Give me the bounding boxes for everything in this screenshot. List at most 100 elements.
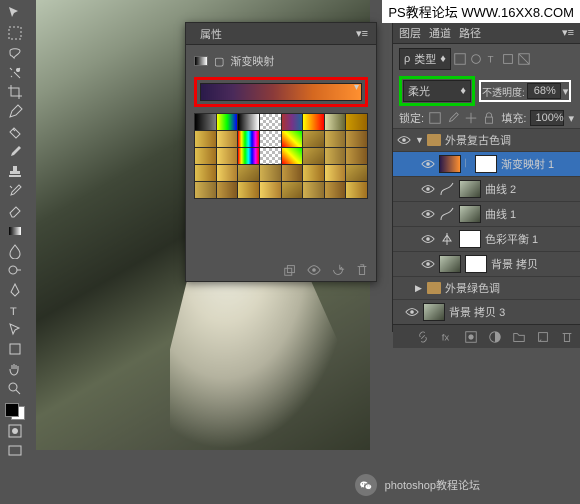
eye-icon[interactable] <box>405 307 419 317</box>
hand-tool[interactable] <box>4 360 26 379</box>
preset-swatch[interactable] <box>303 131 324 147</box>
preset-swatch[interactable] <box>195 114 216 130</box>
preset-swatch[interactable] <box>260 148 281 164</box>
preset-swatch[interactable] <box>303 114 324 130</box>
fx-icon[interactable]: fx <box>440 330 454 344</box>
eye-icon[interactable] <box>421 159 435 169</box>
eye-icon[interactable] <box>421 184 435 194</box>
preset-swatch[interactable] <box>195 131 216 147</box>
layer-row[interactable]: 𝄀 渐变映射 1 <box>393 151 580 176</box>
filter-type-icon[interactable]: T <box>485 52 499 66</box>
mask-thumb[interactable] <box>459 230 481 248</box>
mask-thumb[interactable] <box>459 180 481 198</box>
preset-swatch[interactable] <box>195 148 216 164</box>
properties-tab[interactable]: 属性 <box>194 24 228 44</box>
preset-swatch[interactable] <box>217 114 238 130</box>
preset-swatch[interactable] <box>217 165 238 181</box>
layer-row[interactable]: 背景 拷贝 <box>393 251 580 276</box>
filter-shape-icon[interactable] <box>501 52 515 66</box>
layer-group[interactable]: ▼ 外景复古色调 <box>393 128 580 151</box>
screen-mode-tool[interactable] <box>4 441 26 460</box>
preset-swatch[interactable] <box>238 148 259 164</box>
move-tool[interactable] <box>4 4 26 23</box>
tab-channels[interactable]: 通道 <box>429 25 451 41</box>
panel-menu-icon[interactable]: ▾≡ <box>562 26 574 39</box>
preset-swatch[interactable] <box>217 131 238 147</box>
layer-group[interactable]: ▶ 外景绿色调 <box>393 276 580 299</box>
filter-adj-icon[interactable] <box>469 52 483 66</box>
preset-swatch[interactable] <box>303 165 324 181</box>
wand-tool[interactable] <box>4 63 26 82</box>
blend-mode-select[interactable]: 柔光♦ <box>403 80 471 102</box>
lock-trans-icon[interactable] <box>428 111 442 125</box>
new-layer-icon[interactable] <box>536 330 550 344</box>
fill-value[interactable]: 100% <box>530 110 564 126</box>
link-icon[interactable] <box>416 330 430 344</box>
gradient-bar[interactable] <box>200 83 362 101</box>
dodge-tool[interactable] <box>4 261 26 280</box>
layer-thumb[interactable] <box>423 303 445 321</box>
preset-swatch[interactable] <box>325 114 346 130</box>
crop-tool[interactable] <box>4 83 26 102</box>
eraser-tool[interactable] <box>4 202 26 221</box>
trash-icon[interactable] <box>560 330 574 344</box>
preset-swatch[interactable] <box>260 165 281 181</box>
opacity-value[interactable]: 68% <box>527 83 561 99</box>
chevron-right-icon[interactable]: ▶ <box>415 283 423 294</box>
layer-thumb[interactable] <box>439 255 461 273</box>
color-swatches[interactable] <box>5 403 25 420</box>
preset-swatch[interactable] <box>282 165 303 181</box>
preset-swatch[interactable] <box>238 165 259 181</box>
opacity-dropdown-icon[interactable]: ▾ <box>563 85 569 98</box>
clip-icon[interactable] <box>282 263 298 277</box>
preset-swatch[interactable] <box>260 114 281 130</box>
shape-tool[interactable] <box>4 340 26 359</box>
tab-layers[interactable]: 图层 <box>399 25 421 41</box>
pen-tool[interactable] <box>4 281 26 300</box>
panel-menu-icon[interactable]: ▾≡ <box>356 27 368 40</box>
heal-tool[interactable] <box>4 123 26 142</box>
preset-swatch[interactable] <box>282 182 303 198</box>
preset-swatch[interactable] <box>195 182 216 198</box>
adjustment-icon[interactable] <box>488 330 502 344</box>
history-brush-tool[interactable] <box>4 182 26 201</box>
mask-icon[interactable] <box>464 330 478 344</box>
stamp-tool[interactable] <box>4 162 26 181</box>
view-icon[interactable] <box>306 263 322 277</box>
eye-icon[interactable] <box>421 259 435 269</box>
path-select-tool[interactable] <box>4 320 26 339</box>
layer-row[interactable]: 曲线 2 <box>393 176 580 201</box>
layer-row[interactable]: 背景 拷贝 3 <box>393 299 580 324</box>
preset-swatch[interactable] <box>217 182 238 198</box>
filter-type-select[interactable]: ρ类型♦ <box>399 48 451 70</box>
chevron-down-icon[interactable]: ▼ <box>415 135 423 145</box>
layer-row[interactable]: 曲线 1 <box>393 201 580 226</box>
preset-swatch[interactable] <box>346 131 367 147</box>
preset-swatch[interactable] <box>325 131 346 147</box>
lock-paint-icon[interactable] <box>446 111 460 125</box>
preset-swatch[interactable] <box>282 114 303 130</box>
preset-swatch[interactable] <box>346 114 367 130</box>
preset-swatch[interactable] <box>260 131 281 147</box>
layer-thumb[interactable] <box>439 155 461 173</box>
preset-swatch[interactable] <box>195 165 216 181</box>
zoom-tool[interactable] <box>4 380 26 399</box>
layer-row[interactable]: 色彩平衡 1 <box>393 226 580 251</box>
brush-tool[interactable] <box>4 142 26 161</box>
lock-all-icon[interactable] <box>482 111 496 125</box>
eyedropper-tool[interactable] <box>4 103 26 122</box>
preset-swatch[interactable] <box>325 148 346 164</box>
gradient-tool[interactable] <box>4 221 26 240</box>
eye-icon[interactable] <box>397 135 411 145</box>
blur-tool[interactable] <box>4 241 26 260</box>
preset-swatch[interactable] <box>217 148 238 164</box>
reset-icon[interactable] <box>330 263 346 277</box>
preset-swatch[interactable] <box>325 182 346 198</box>
preset-swatch[interactable] <box>260 182 281 198</box>
tab-paths[interactable]: 路径 <box>459 25 481 41</box>
preset-swatch[interactable] <box>346 165 367 181</box>
quickmask-tool[interactable] <box>4 421 26 440</box>
preset-swatch[interactable] <box>346 148 367 164</box>
fill-dropdown-icon[interactable]: ▾ <box>568 112 574 125</box>
type-tool[interactable]: T <box>4 300 26 319</box>
